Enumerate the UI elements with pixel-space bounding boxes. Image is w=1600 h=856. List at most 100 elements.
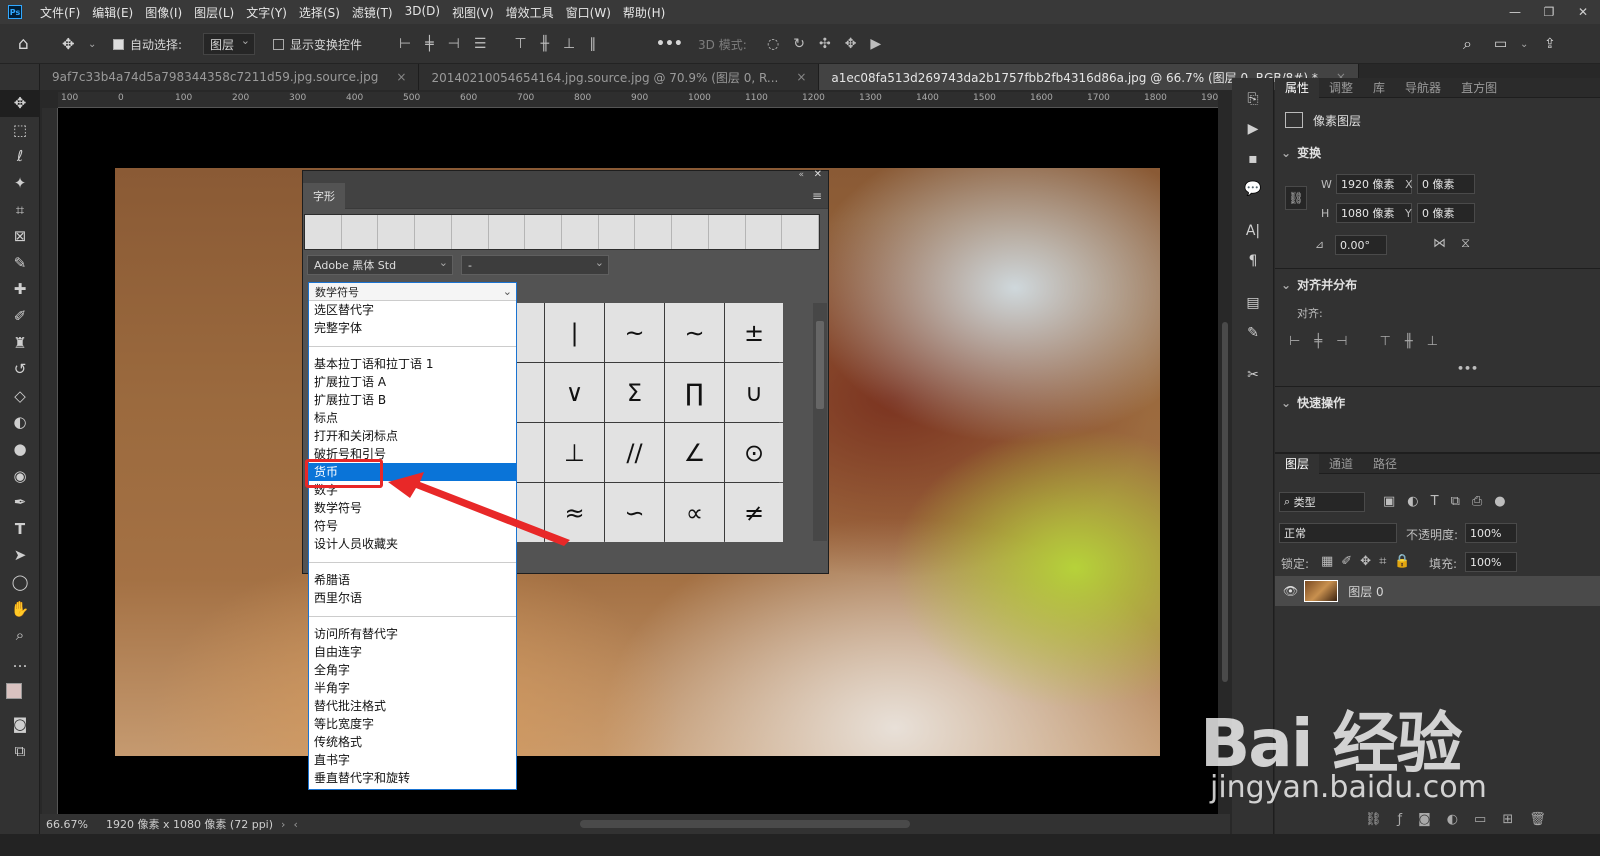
glyph-cell[interactable]: ~ [605, 303, 664, 362]
home-icon[interactable]: ⌂ [18, 24, 29, 64]
auto-select-dropdown[interactable]: 图层 [203, 33, 256, 55]
align-icons[interactable]: ⊢╪⊣ ⊤╫⊥ [1289, 334, 1452, 349]
properties-tab[interactable]: 调整 [1319, 78, 1363, 98]
category-option[interactable]: 垂直替代字和旋转 [309, 769, 516, 787]
menu-item[interactable]: 文件(F) [34, 4, 86, 21]
layer-filter-select[interactable]: ⌕ 类型 [1279, 492, 1365, 512]
flip-vertical-icon[interactable]: ⧖ [1461, 236, 1470, 251]
glyph-cell[interactable]: ∪ [725, 363, 783, 422]
lasso-tool-icon[interactable]: ℓ [0, 143, 40, 170]
character-icon[interactable]: A| [1232, 216, 1274, 246]
3d-pan-icon[interactable]: ✣ [812, 36, 838, 52]
align-center-icon[interactable]: ╪ [418, 36, 440, 52]
recent-glyph-slot[interactable] [452, 215, 489, 249]
crop-tool-icon[interactable]: ⌗ [0, 196, 40, 223]
properties-tab[interactable]: 属性 [1275, 77, 1320, 98]
align-bottom-icon[interactable]: ⊥ [556, 36, 582, 52]
panel-header[interactable]: «✕ [303, 169, 828, 183]
blur-tool-icon[interactable]: ● [0, 436, 40, 463]
checkbox-unchecked-icon[interactable] [273, 38, 284, 50]
minimize-icon[interactable]: — [1498, 0, 1532, 24]
pen-tool-icon[interactable]: ✒ [0, 489, 40, 516]
height-field[interactable]: 1080 像素 [1336, 203, 1412, 223]
fill-field[interactable]: 100% [1465, 552, 1517, 572]
chevron-down-icon[interactable]: ⌄ [1281, 278, 1291, 292]
chevron-down-icon[interactable]: ⌄ [1281, 396, 1291, 410]
more-align-button[interactable]: ••• [1457, 362, 1478, 375]
menu-item[interactable]: 图层(L) [188, 4, 240, 21]
align-top-icon[interactable]: ⊤ [507, 36, 533, 52]
vertical-scrollbar[interactable] [1218, 92, 1232, 814]
category-option[interactable]: 扩展拉丁语 B [309, 391, 516, 409]
recent-glyph-slot[interactable] [672, 215, 709, 249]
glyph-cell[interactable]: ± [725, 303, 783, 362]
menu-item[interactable]: 视图(V) [446, 4, 500, 21]
screen-mode-icon[interactable]: ⧉ [0, 738, 40, 765]
menu-item[interactable]: 3D(D) [399, 4, 446, 21]
glyph-scroll-thumb[interactable] [816, 321, 824, 409]
document-tab[interactable]: 9af7c33b4a74d5a798344358c7211d59.jpg.sou… [40, 64, 420, 90]
dodge-tool-icon[interactable]: ◉ [0, 462, 40, 489]
properties-tab[interactable]: 库 [1363, 78, 1395, 98]
scroll-left-icon[interactable]: ‹ [293, 818, 297, 831]
glyph-cell[interactable]: Σ [605, 363, 664, 422]
category-option[interactable]: 希腊语 [309, 571, 516, 589]
lock-icons[interactable]: ▦✐✥⌗🔒 [1321, 554, 1419, 569]
menu-item[interactable]: 帮助(H) [617, 4, 671, 21]
type-tool-icon[interactable]: T [0, 516, 40, 543]
foreground-color-swatch[interactable] [6, 683, 22, 700]
layers-tab[interactable]: 路径 [1363, 454, 1407, 474]
recent-glyph-slot[interactable] [562, 215, 599, 249]
category-option[interactable]: 全角字 [309, 661, 516, 679]
glyph-cell[interactable]: ∝ [665, 483, 724, 542]
flip-horizontal-icon[interactable]: ⋈ [1433, 236, 1446, 251]
healing-brush-icon[interactable]: ✚ [0, 276, 40, 303]
distribute-vertical-icon[interactable]: ∥ [582, 36, 603, 52]
layer-row[interactable]: 👁 图层 0 [1275, 576, 1600, 606]
menu-item[interactable]: 选择(S) [293, 4, 346, 21]
recent-glyph-slot[interactable] [342, 215, 379, 249]
history-icon[interactable]: ⎘ [1232, 84, 1274, 114]
width-field[interactable]: 1920 像素 [1336, 174, 1412, 194]
gradient-tool-icon[interactable]: ◐ [0, 409, 40, 436]
blend-mode-select[interactable]: 正常 [1279, 523, 1397, 543]
y-field[interactable]: 0 像素 [1417, 203, 1475, 223]
recent-glyph-slot[interactable] [378, 215, 416, 249]
status-arrow-icon[interactable]: › [281, 818, 285, 831]
panel-menu-icon[interactable]: ≡ [812, 189, 822, 203]
opacity-field[interactable]: 100% [1465, 523, 1517, 543]
properties-tab[interactable]: 直方图 [1451, 78, 1507, 98]
recent-glyph-slot[interactable] [635, 215, 673, 249]
3d-roll-icon[interactable]: ↻ [786, 36, 812, 52]
category-option[interactable]: 等比宽度字 [309, 715, 516, 733]
category-option[interactable]: 完整字体 [309, 319, 516, 337]
brush-tool-icon[interactable]: ✐ [0, 303, 40, 330]
show-transform-checkbox[interactable]: 显示变换控件 [273, 24, 362, 64]
category-option[interactable]: 选区替代字 [309, 301, 516, 319]
properties-tab[interactable]: 导航器 [1395, 78, 1451, 98]
glyph-cell[interactable]: // [605, 423, 664, 482]
more-options-button[interactable]: ••• [656, 24, 683, 64]
3d-camera-icon[interactable]: ▶ [863, 36, 888, 52]
menu-item[interactable]: 文字(Y) [240, 4, 293, 21]
align-distribute-heading[interactable]: 对齐并分布 [1297, 278, 1357, 292]
font-style-select[interactable]: - [461, 255, 609, 275]
category-option[interactable]: 访问所有替代字 [309, 625, 516, 643]
transform-heading[interactable]: 变换 [1297, 146, 1321, 160]
color-swatches[interactable] [0, 675, 40, 711]
category-option[interactable]: 标点 [309, 409, 516, 427]
document-tab[interactable]: 20140210054654164.jpg.source.jpg @ 70.9%… [419, 64, 820, 90]
horizontal-scrollbar[interactable] [580, 820, 910, 828]
filter-icons[interactable]: ▣◐T⧉⎙● [1383, 494, 1518, 509]
chevron-down-icon[interactable]: ⌄ [1281, 146, 1291, 160]
recent-glyph-slot[interactable] [525, 215, 563, 249]
layer-action-icons[interactable]: ⛓ƒ◙◐▭⊞🗑 [1365, 812, 1562, 827]
panel-close-icon[interactable]: ✕ [814, 169, 822, 180]
history-brush-icon[interactable]: ↺ [0, 356, 40, 383]
zoom-level[interactable]: 66.67% [46, 818, 88, 831]
glyph-cell[interactable]: ∠ [665, 423, 724, 482]
3d-slide-icon[interactable]: ✥ [838, 36, 864, 52]
move-tool-icon[interactable]: ✥ [0, 90, 40, 117]
category-option[interactable]: 西里尔语 [309, 589, 516, 607]
checkbox-checked-icon[interactable] [113, 38, 124, 50]
